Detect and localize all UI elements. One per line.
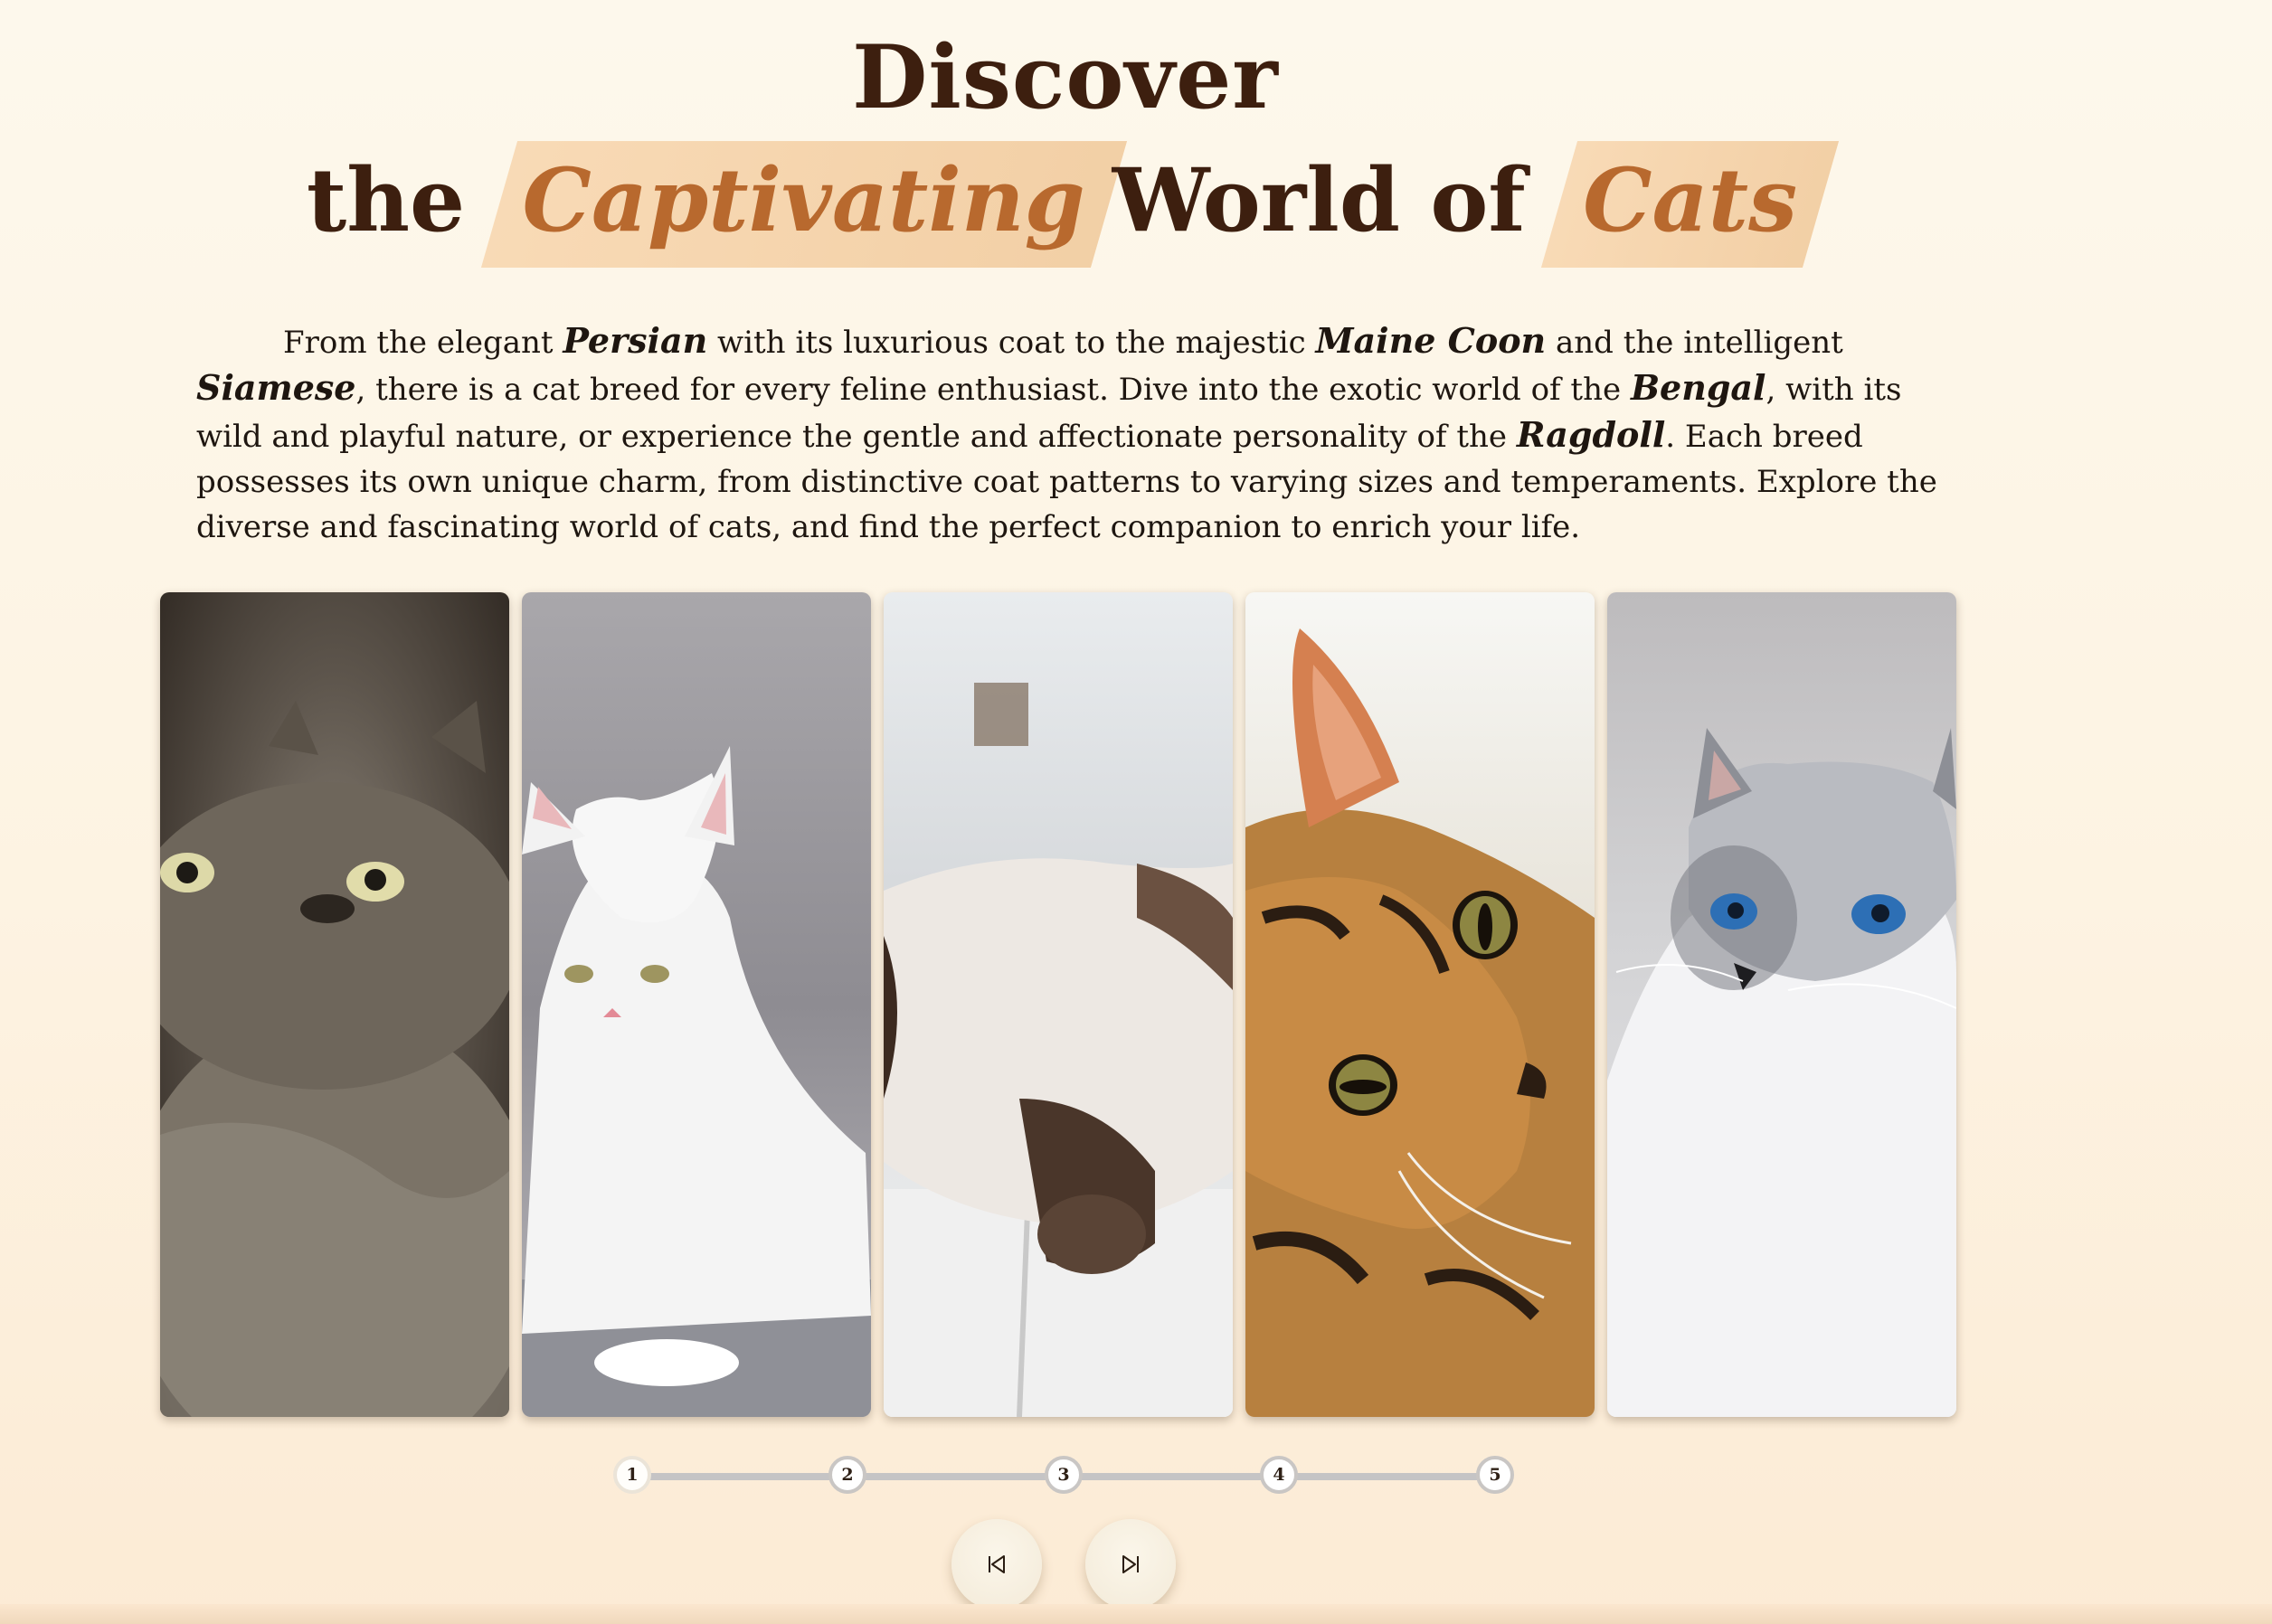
intro-text: with its luxurious coat to the majestic	[707, 325, 1316, 361]
previous-button[interactable]	[951, 1519, 1042, 1610]
siamese-illustration	[884, 683, 1233, 1417]
step-5[interactable]: 5	[1476, 1456, 1514, 1494]
step-4[interactable]: 4	[1260, 1456, 1298, 1494]
highlight-text: Captivating	[522, 149, 1085, 251]
intro-paragraph: From the elegant Persian with its luxuri…	[196, 318, 1942, 550]
intro-text: and the intelligent	[1546, 325, 1843, 361]
next-button[interactable]	[1085, 1519, 1176, 1610]
siamese-photo[interactable]	[884, 592, 1233, 1417]
highlight-text: Cats	[1583, 149, 1798, 251]
title-line-2: the Captivating World of Cats	[0, 139, 2131, 262]
breed-maine-coon: Maine Coon	[1315, 320, 1547, 361]
persian-photo[interactable]	[160, 592, 509, 1417]
intro-text: From the elegant	[283, 325, 563, 361]
persian-cat-illustration	[160, 701, 509, 1417]
skip-forward-icon	[1122, 1555, 1139, 1573]
ragdoll-photo[interactable]	[1607, 592, 1956, 1417]
step-3[interactable]: 3	[1045, 1456, 1083, 1494]
maine-coon-illustration	[522, 746, 871, 1417]
title-line-1: Discover	[852, 26, 1279, 128]
breed-persian: Persian	[563, 320, 708, 361]
step-2[interactable]: 2	[828, 1456, 866, 1494]
slide-stepper: 1 2 3 4 5	[613, 1452, 1518, 1499]
breed-siamese: Siamese	[196, 367, 356, 408]
title-highlight-captivating: Captivating	[499, 139, 1109, 262]
title-highlight-cats: Cats	[1559, 139, 1821, 262]
ragdoll-illustration	[1607, 728, 1956, 1417]
step-1[interactable]: 1	[613, 1456, 651, 1494]
footer-band	[0, 1604, 2272, 1624]
page-title: Discover the Captivating World of Cats	[0, 16, 2131, 262]
bengal-photo[interactable]	[1245, 592, 1595, 1417]
maine-coon-photo[interactable]	[522, 592, 871, 1417]
cat-gallery	[160, 592, 1958, 1417]
bengal-illustration	[1245, 628, 1595, 1417]
skip-back-icon	[989, 1555, 1005, 1573]
title-word-world-of: World of	[1112, 149, 1526, 251]
breed-ragdoll: Ragdoll	[1516, 414, 1666, 455]
intro-text: , there is a cat breed for every feline …	[355, 372, 1631, 408]
breed-bengal: Bengal	[1630, 367, 1766, 408]
title-word-the: the	[306, 149, 466, 251]
